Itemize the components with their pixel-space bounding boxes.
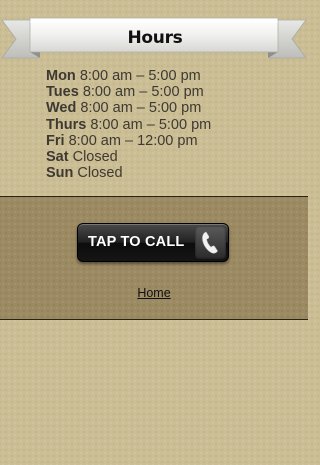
hours-time: 8:00 am – 12:00 pm	[68, 132, 198, 149]
home-link[interactable]: Home	[0, 286, 308, 300]
hours-time: 8:00 am – 5:00 pm	[82, 84, 204, 101]
hours-row-fri: Fri 8:00 am – 12:00 pm	[46, 133, 296, 149]
day-label: Sun	[46, 165, 74, 182]
hours-row-mon: Mon 8:00 am – 5:00 pm	[46, 68, 296, 84]
day-label: Thurs	[46, 116, 87, 133]
hours-list: Mon 8:00 am – 5:00 pm Tues 8:00 am – 5:0…	[46, 68, 296, 181]
call-section: TAP TO CALL Home	[0, 196, 308, 320]
hours-row-sat: Sat Closed	[46, 149, 296, 165]
page-title: Hours	[127, 28, 183, 48]
tap-to-call-button[interactable]: TAP TO CALL	[77, 223, 229, 262]
hours-time: 8:00 am – 5:00 pm	[79, 68, 201, 84]
hours-time: Closed	[72, 149, 118, 166]
day-label: Wed	[46, 100, 77, 117]
day-label: Sat	[46, 149, 69, 166]
hours-row-wed: Wed 8:00 am – 5:00 pm	[46, 100, 296, 116]
hours-time: 8:00 am – 5:00 pm	[90, 116, 212, 133]
hours-row-sun: Sun Closed	[46, 165, 296, 181]
phone-icon	[195, 226, 226, 259]
hours-row-thurs: Thurs 8:00 am – 5:00 pm	[46, 117, 296, 133]
hours-time: Closed	[77, 165, 123, 182]
hours-row-tues: Tues 8:00 am – 5:00 pm	[46, 84, 296, 100]
day-label: Mon	[46, 68, 76, 84]
call-button-label: TAP TO CALL	[88, 234, 185, 250]
hours-banner: Hours	[0, 14, 308, 64]
hours-time: 8:00 am – 5:00 pm	[80, 100, 202, 117]
day-label: Fri	[46, 132, 65, 149]
day-label: Tues	[46, 84, 79, 101]
